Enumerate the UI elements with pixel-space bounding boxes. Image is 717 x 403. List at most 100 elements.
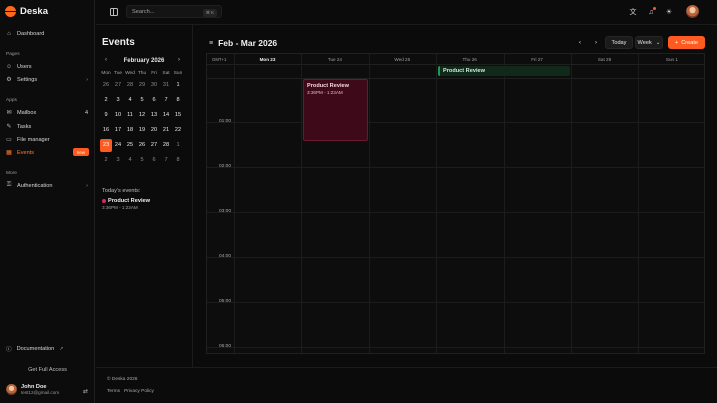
mini-calendar-day[interactable]: 30 [148,78,160,93]
mini-calendar-day[interactable]: 14 [160,108,172,123]
mini-calendar-day[interactable]: 1 [172,78,184,93]
mini-calendar-day[interactable]: 25 [124,138,136,153]
chevron-right-icon[interactable]: › [178,57,180,63]
mini-calendar-day[interactable]: 19 [136,123,148,138]
terms-link[interactable]: Terms [107,389,120,394]
avatar[interactable] [686,5,699,18]
mini-calendar-day[interactable]: 28 [160,138,172,153]
weekday-label: Thu [137,71,147,76]
create-button[interactable]: + Create [668,36,705,49]
mini-calendar-day[interactable]: 6 [148,153,160,168]
sidebar-item-settings[interactable]: ⚙ Settings › [3,74,91,85]
mini-calendar-month: February 2026 [123,58,165,64]
view-select[interactable]: Week ⌄ [635,36,663,49]
mini-calendar-day[interactable]: 4 [124,153,136,168]
mini-calendar-day[interactable]: 18 [124,123,136,138]
calendar-range: ≡ Feb - Mar 2026 [209,38,277,48]
mini-calendar-day[interactable]: 4 [124,93,136,108]
plus-icon: + [674,39,679,46]
mini-calendar-day[interactable]: 27 [112,78,124,93]
switch-account-icon[interactable]: ⇄ [83,388,88,395]
sidebar-item-events[interactable]: ▦ Events new [3,147,91,158]
today-event-item[interactable]: Product Review 3:36PM - 1:23AM [102,198,150,210]
all-day-event[interactable]: Product Review [438,66,570,76]
mini-calendar-day[interactable]: 24 [112,138,124,153]
mini-calendar-day[interactable]: 7 [160,153,172,168]
mini-calendar-day[interactable]: 27 [148,138,160,153]
get-full-access-link[interactable]: Get Full Access [0,367,95,373]
mini-calendar-day[interactable]: 7 [160,93,172,108]
sidebar-item-file-manager[interactable]: ▭ File manager [3,134,91,145]
sun-icon[interactable]: ☀ [664,7,674,17]
mini-calendar-day[interactable]: 20 [148,123,160,138]
mini-calendar-day[interactable]: 11 [124,108,136,123]
mini-calendar-day[interactable]: 12 [136,108,148,123]
mini-calendar-day[interactable]: 26 [100,78,112,93]
day-header[interactable]: Mon 23 [234,57,301,62]
sidebar-item-label: File manager [17,136,50,143]
user-email: test12@gmail.com [21,390,60,395]
event-title: Product Review [307,83,349,89]
sidebar-item-mailbox[interactable]: ✉ Mailbox 4 [3,107,91,118]
sidebar-item-authentication[interactable]: ⚿ Authentication › [3,180,91,191]
mini-calendar-day[interactable]: 8 [172,93,184,108]
chevron-left-icon[interactable]: ‹ [105,57,107,63]
sidebar-item-tasks[interactable]: ✎ Tasks [3,121,91,132]
mini-calendar-day[interactable]: 21 [160,123,172,138]
mini-calendar-day[interactable]: 28 [124,78,136,93]
day-header[interactable]: Thu 26 [436,57,503,62]
mini-calendar-day[interactable]: 2 [100,153,112,168]
menu-icon[interactable]: ≡ [209,40,213,47]
mini-calendar-day[interactable]: 8 [172,153,184,168]
external-link-icon: ↗ [59,345,64,352]
mini-calendar-day[interactable]: 1 [172,138,184,153]
bell-icon[interactable]: ♫ [646,7,656,17]
translate-icon[interactable]: 文 [628,7,638,17]
mini-calendar-day[interactable]: 6 [148,93,160,108]
new-badge: new [72,148,89,156]
mini-calendar-day[interactable]: 17 [112,123,124,138]
sidebar-item-dashboard[interactable]: ⌂ Dashboard [3,28,91,39]
day-header[interactable]: Wed 25 [369,57,436,62]
mini-calendar-day[interactable]: 22 [172,123,184,138]
mini-calendar-day[interactable]: 15 [172,108,184,123]
privacy-policy-link[interactable]: Privacy Policy [124,389,154,394]
hour-label: 02:00 [218,164,231,169]
mini-calendar-day[interactable]: 5 [136,93,148,108]
prev-week-button[interactable]: ‹ [575,36,585,49]
weekday-label: Sat [162,71,170,76]
mailbox-count: 4 [84,109,88,116]
sidebar-item-users[interactable]: ☺ Users [3,61,91,72]
event-color-dot [102,199,106,203]
user-profile[interactable]: John Doe test12@gmail.com [6,384,59,395]
mini-calendar-day[interactable]: 29 [136,78,148,93]
sidebar-item-documentation[interactable]: ⓘ Documentation ↗ [3,343,91,354]
mini-calendar-day[interactable]: 10 [112,108,124,123]
weekday-label: Mon [101,71,111,76]
hour-label: 03:00 [218,209,231,214]
mini-calendar-day[interactable]: 26 [136,138,148,153]
day-header[interactable]: Fri 27 [504,57,571,62]
today-button[interactable]: Today [605,36,633,49]
mini-calendar-day[interactable]: 2 [100,93,112,108]
logo-icon [5,6,16,17]
avatar [6,384,17,395]
day-header[interactable]: Sat 28 [571,57,638,62]
mini-calendar-day[interactable]: 31 [160,78,172,93]
brand[interactable]: Deska [5,6,48,17]
mini-calendar-day[interactable]: 3 [112,93,124,108]
day-header[interactable]: Sun 1 [638,57,704,62]
mini-calendar-day[interactable]: 16 [100,123,112,138]
mini-calendar-day[interactable]: 3 [112,153,124,168]
timed-event[interactable]: Product Review 3:36PM - 1:23AM [303,79,368,141]
day-header[interactable]: Tue 24 [301,57,368,62]
next-week-button[interactable]: › [591,36,601,49]
hour-divider [207,257,704,258]
mini-calendar-day[interactable]: 9 [100,108,112,123]
search-input[interactable] [132,8,202,15]
sidebar-toggle-icon[interactable] [110,8,118,16]
mini-calendar-day[interactable]: 5 [136,153,148,168]
search-box[interactable]: ⌘ K [126,5,222,18]
mini-calendar-day[interactable]: 13 [148,108,160,123]
mini-calendar-day[interactable]: 23 [100,139,112,152]
